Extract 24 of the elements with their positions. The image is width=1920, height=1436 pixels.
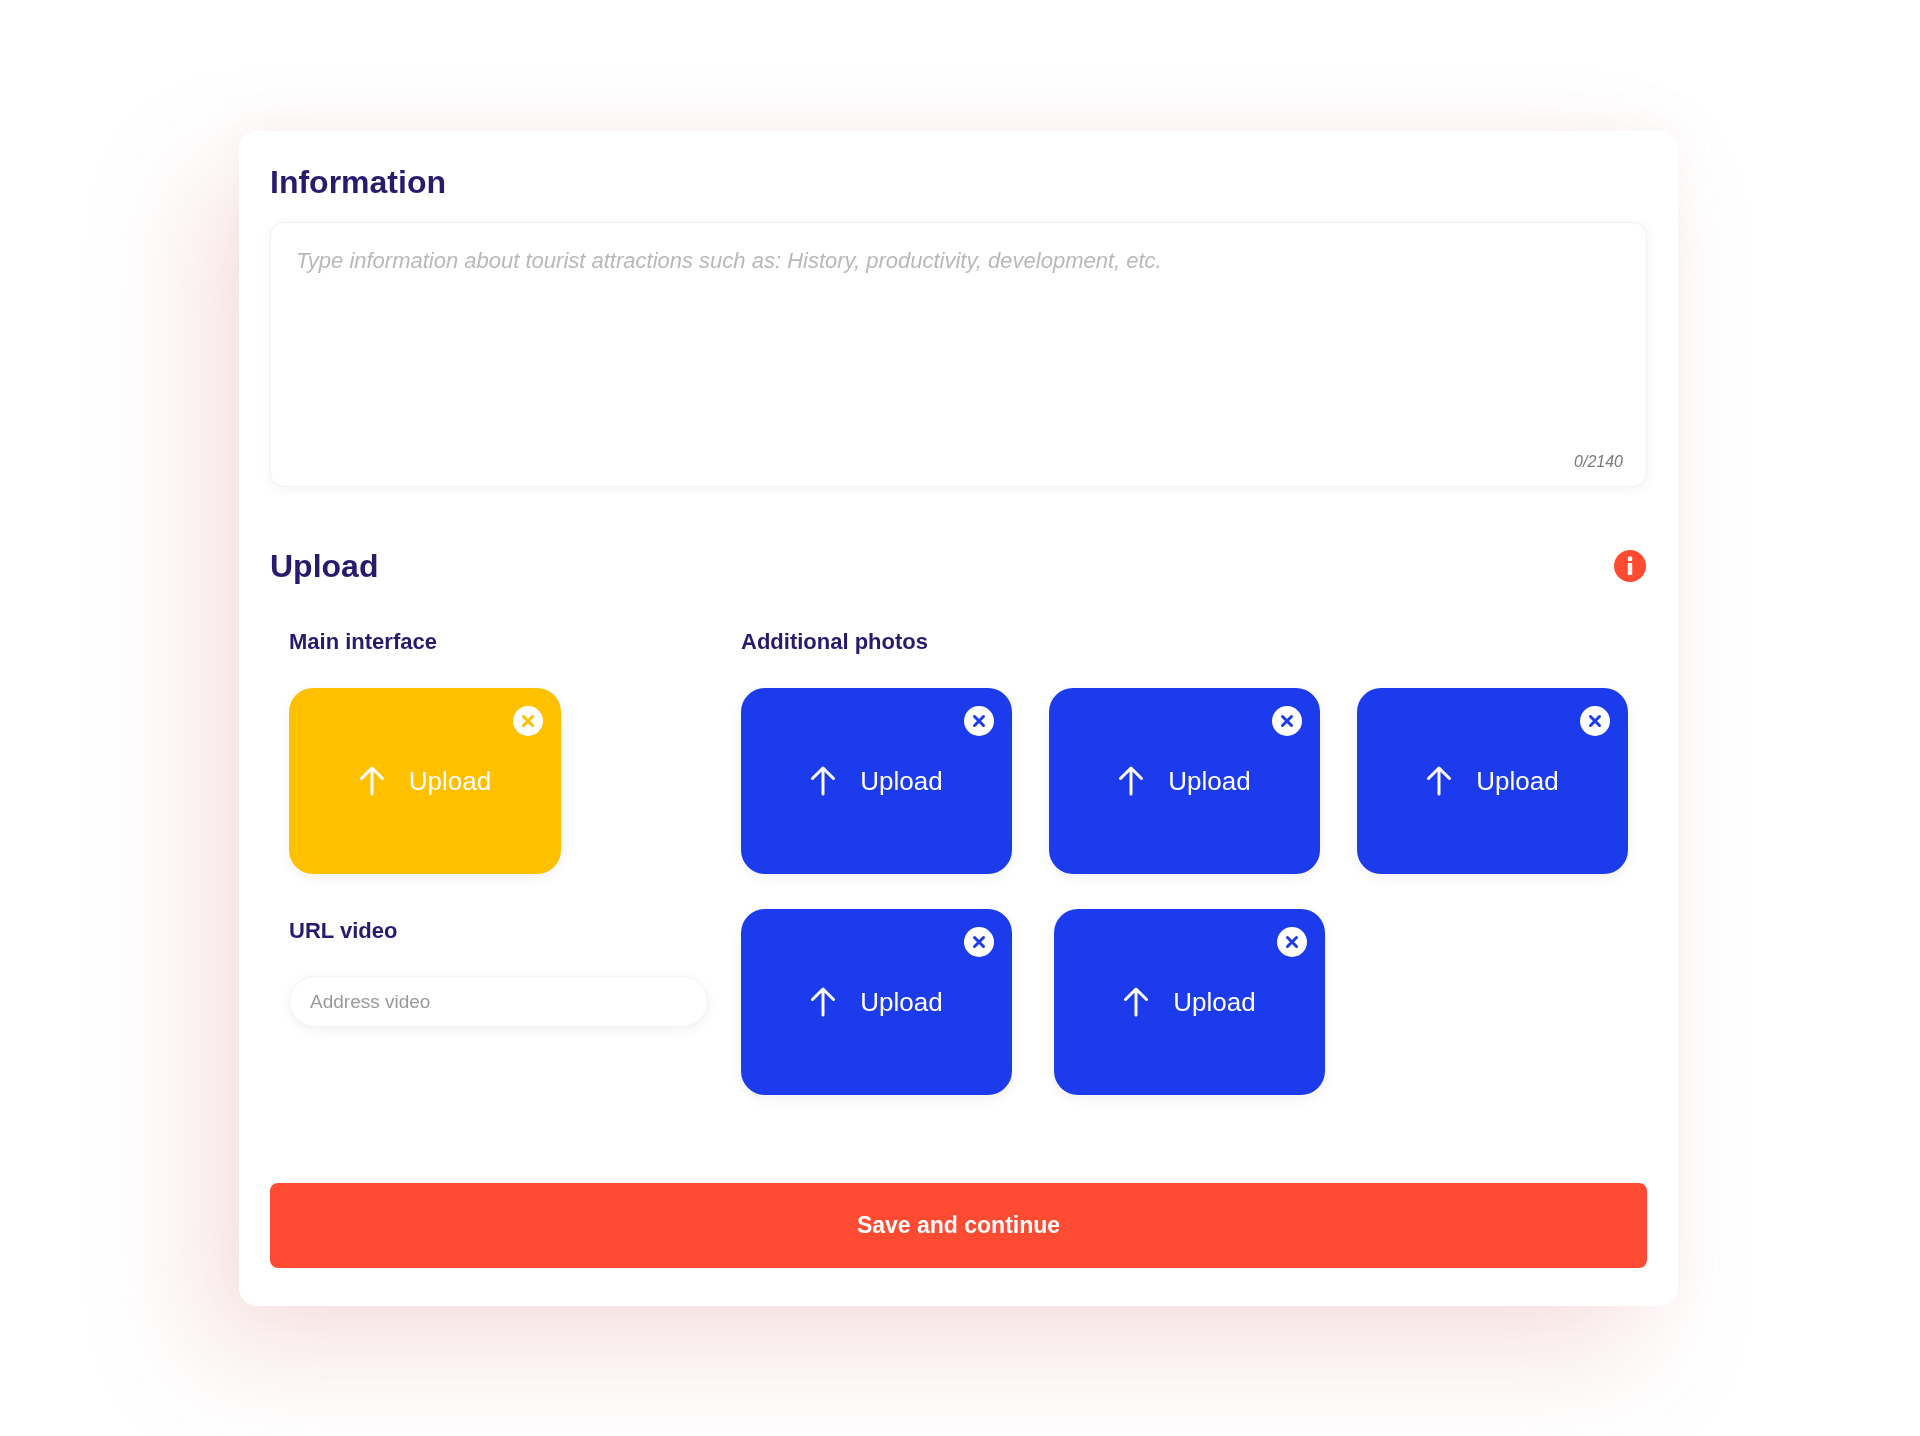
upload-tile[interactable]: Upload <box>1357 688 1628 874</box>
upload-tile[interactable]: Upload <box>741 688 1012 874</box>
field-label: Additional photos <box>741 628 928 656</box>
close-icon[interactable] <box>1277 927 1307 957</box>
arrow-up-icon <box>1123 987 1150 1017</box>
video-url-field[interactable]: Address video <box>289 976 708 1027</box>
close-icon[interactable] <box>1272 706 1302 736</box>
character-counter: 0/2140 <box>1574 452 1623 472</box>
arrow-up-icon <box>810 766 837 796</box>
close-icon[interactable] <box>964 706 994 736</box>
info-icon[interactable] <box>1614 550 1646 582</box>
upload-tile[interactable]: Upload <box>1049 688 1320 874</box>
section-title: Upload <box>270 547 379 586</box>
arrow-up-icon <box>810 987 837 1017</box>
close-icon[interactable] <box>1580 706 1610 736</box>
upload-tile[interactable]: Upload <box>1054 909 1325 1095</box>
close-icon[interactable] <box>964 927 994 957</box>
section-title: Information <box>270 163 447 202</box>
arrow-up-icon <box>1426 766 1453 796</box>
arrow-up-icon <box>358 766 385 796</box>
field-label: Main interface <box>289 628 437 656</box>
upload-tile[interactable]: Upload <box>741 909 1012 1095</box>
arrow-up-icon <box>1118 766 1145 796</box>
field-label: URL video <box>289 917 398 945</box>
